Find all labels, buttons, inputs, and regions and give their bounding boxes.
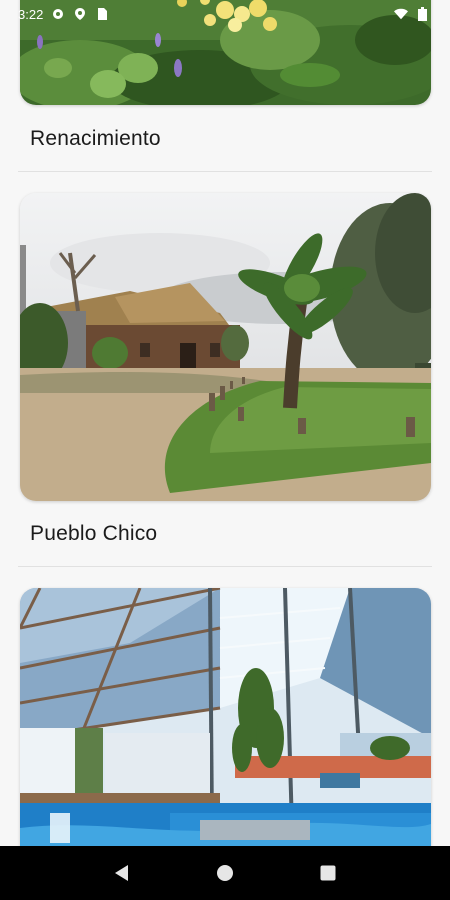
navigation-bar bbox=[0, 846, 450, 900]
divider bbox=[18, 566, 432, 567]
status-time: 3:22 bbox=[18, 6, 44, 22]
place-card-image-pool[interactable] bbox=[20, 588, 431, 846]
indoor-pool-photo bbox=[20, 588, 431, 846]
places-feed[interactable]: Renacimiento Pueblo Chico bbox=[0, 0, 450, 846]
battery-icon bbox=[418, 7, 432, 21]
place-title[interactable]: Renacimiento bbox=[30, 127, 161, 151]
recents-square-icon bbox=[320, 865, 336, 881]
home-button[interactable] bbox=[205, 853, 245, 893]
wifi-icon bbox=[394, 7, 408, 21]
back-button[interactable] bbox=[102, 853, 142, 893]
place-title[interactable]: Pueblo Chico bbox=[30, 522, 157, 546]
place-card-image-pueblo-chico[interactable] bbox=[20, 193, 431, 501]
settings-gear-icon bbox=[51, 7, 65, 21]
sim-card-icon bbox=[95, 7, 109, 21]
back-triangle-icon bbox=[114, 865, 128, 881]
recents-button[interactable] bbox=[308, 853, 348, 893]
thatched-house-palm-photo bbox=[20, 193, 431, 501]
home-circle-icon bbox=[216, 865, 233, 881]
location-icon bbox=[73, 7, 87, 21]
status-bar: 3:22 bbox=[0, 0, 450, 28]
divider bbox=[18, 171, 432, 172]
